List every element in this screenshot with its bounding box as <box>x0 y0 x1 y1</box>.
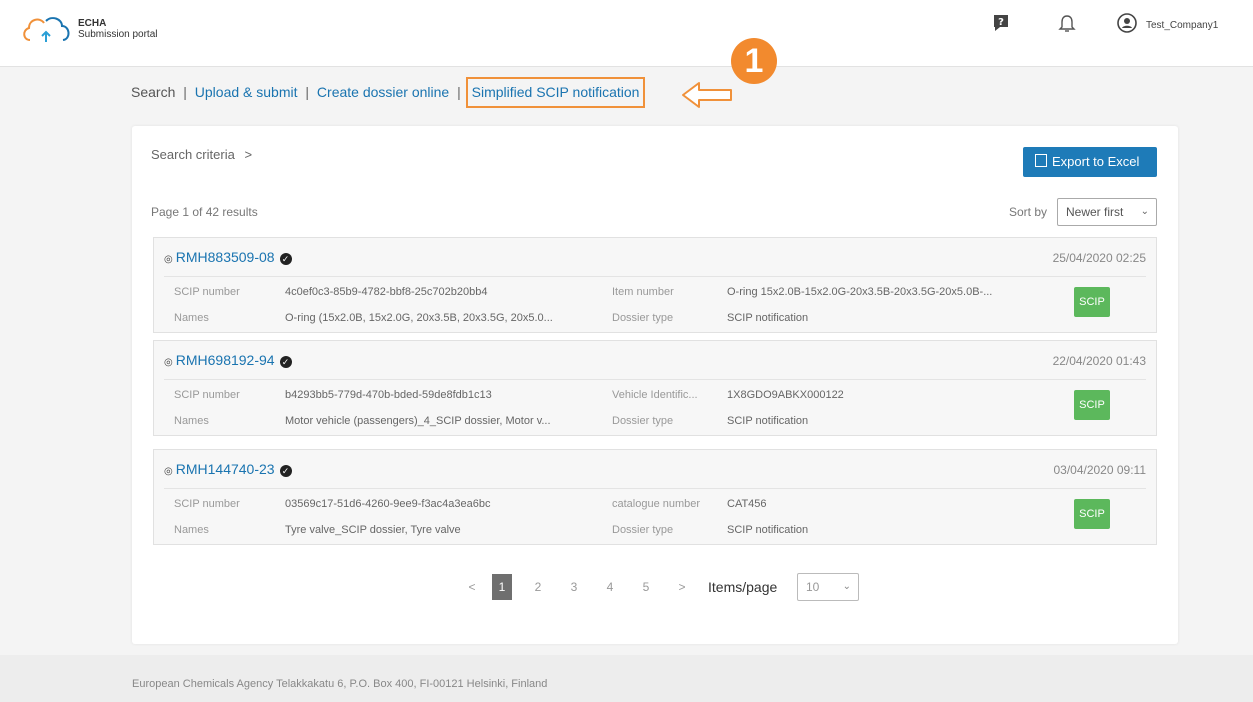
top-navigation: Search | Upload & submit | Create dossie… <box>131 77 646 108</box>
page-info: Page 1 of 42 results <box>151 205 258 219</box>
scip-number-label: SCIP number <box>174 389 240 401</box>
dossier-type-value: SCIP notification <box>727 312 809 324</box>
chevron-down-icon: ⌄ <box>842 581 851 592</box>
footer: European Chemicals Agency Telakkakatu 6,… <box>0 655 1253 702</box>
scip-badge: SCIP <box>1074 390 1110 420</box>
logo-subtitle: Submission portal <box>78 29 158 40</box>
sort-value: Newer first <box>1066 205 1124 219</box>
result-date: 03/04/2020 09:11 <box>1053 463 1146 477</box>
user-avatar-icon[interactable] <box>1116 12 1138 34</box>
nav-upload-submit[interactable]: Upload & submit <box>195 84 298 100</box>
items-per-page-label: Items/page <box>708 579 778 595</box>
results-card: Search criteria > Export to Excel Page 1… <box>132 126 1178 644</box>
catalogue-number-label: catalogue number <box>612 498 701 510</box>
dossier-type-label: Dossier type <box>612 312 674 324</box>
nav-separator: | <box>305 84 310 100</box>
names-value: Motor vehicle (passengers)_4_SCIP dossie… <box>285 415 551 427</box>
nav-separator: | <box>457 84 461 100</box>
help-icon[interactable]: ? <box>990 12 1012 34</box>
expand-dot-icon: ◎ <box>164 254 173 265</box>
notification-bell-icon[interactable] <box>1056 12 1078 34</box>
names-value: Tyre valve_SCIP dossier, Tyre valve <box>285 524 461 536</box>
expand-dot-icon: ◎ <box>164 466 173 477</box>
callout-number-badge: 1 <box>731 38 777 84</box>
names-label: Names <box>174 524 209 536</box>
nav-simplified-scip[interactable]: Simplified SCIP notification <box>465 77 646 108</box>
export-to-excel-button[interactable]: Export to Excel <box>1023 147 1157 177</box>
vehicle-identification-value: 1X8GDO9ABKX000122 <box>727 389 844 401</box>
nav-search[interactable]: Search <box>131 84 175 100</box>
user-name[interactable]: Test_Company1 <box>1146 20 1218 31</box>
page-1-button[interactable]: 1 <box>492 574 512 600</box>
result-item: ◎ RMH144740-23 ✓ 03/04/2020 09:11 SCIP num… <box>153 449 1157 545</box>
spreadsheet-icon <box>1035 154 1047 167</box>
chevron-right-icon: > <box>244 147 253 162</box>
dossier-type-value: SCIP notification <box>727 524 809 536</box>
divider <box>164 379 1146 380</box>
svg-text:?: ? <box>998 17 1004 28</box>
names-label: Names <box>174 312 209 324</box>
search-criteria-toggle[interactable]: Search criteria > <box>151 147 252 162</box>
nav-separator: | <box>183 84 187 100</box>
result-id-link[interactable]: RMH698192-94 <box>176 352 275 368</box>
scip-number-value: b4293bb5-779d-470b-bded-59de8fdb1c13 <box>285 389 492 401</box>
top-header: ECHA Submission portal ? Test_Company1 <box>0 0 1253 67</box>
scip-number-label: SCIP number <box>174 286 240 298</box>
item-number-label: Item number <box>612 286 674 298</box>
scip-number-label: SCIP number <box>174 498 240 510</box>
sort-select[interactable]: Newer first ⌄ <box>1057 198 1157 226</box>
item-number-value: O-ring 15x2.0B-15x2.0G-20x3.5B-20x3.5G-2… <box>727 286 993 298</box>
divider <box>164 488 1146 489</box>
result-item: ◎ RMH698192-94 ✓ 22/04/2020 01:43 SCIP num… <box>153 340 1157 436</box>
footer-address: European Chemicals Agency Telakkakatu 6,… <box>132 678 548 690</box>
dossier-type-value: SCIP notification <box>727 415 809 427</box>
page-5-button[interactable]: 5 <box>636 574 656 600</box>
result-date: 22/04/2020 01:43 <box>1052 354 1146 368</box>
scip-badge: SCIP <box>1074 499 1110 529</box>
page-4-button[interactable]: 4 <box>600 574 620 600</box>
echa-logo[interactable]: ECHA Submission portal <box>20 12 170 48</box>
vehicle-identification-label: Vehicle Identific... <box>612 389 698 401</box>
logo-title: ECHA <box>78 18 107 29</box>
expand-dot-icon: ◎ <box>164 357 173 368</box>
next-page-button[interactable]: > <box>672 574 692 600</box>
verified-check-icon: ✓ <box>279 465 292 477</box>
divider <box>164 276 1146 277</box>
items-per-page-value: 10 <box>806 580 820 594</box>
result-id-link[interactable]: RMH883509-08 <box>176 249 275 265</box>
result-date: 25/04/2020 02:25 <box>1052 251 1146 265</box>
result-id-link[interactable]: RMH144740-23 <box>176 461 275 477</box>
page-3-button[interactable]: 3 <box>564 574 584 600</box>
verified-check-icon: ✓ <box>279 253 292 265</box>
scip-number-value: 03569c17-51d6-4260-9ee9-f3ac4a3ea6bc <box>285 498 491 510</box>
names-label: Names <box>174 415 209 427</box>
callout-arrow-icon <box>682 82 732 108</box>
export-label: Export to Excel <box>1052 154 1140 169</box>
prev-page-button[interactable]: < <box>462 574 482 600</box>
result-title[interactable]: ◎ RMH144740-23 ✓ <box>164 461 292 477</box>
result-title[interactable]: ◎ RMH883509-08 ✓ <box>164 249 292 265</box>
result-item: ◎ RMH883509-08 ✓ 25/04/2020 02:25 SCIP num… <box>153 237 1157 333</box>
cloud-logo-icon <box>23 17 70 42</box>
search-criteria-label: Search criteria <box>151 147 235 162</box>
sort-label: Sort by <box>1009 205 1048 219</box>
verified-check-icon: ✓ <box>279 356 292 368</box>
scip-number-value: 4c0ef0c3-85b9-4782-bbf8-25c702b20bb4 <box>285 286 488 298</box>
items-per-page-select[interactable]: 10 ⌄ <box>797 573 859 601</box>
catalogue-number-value: CAT456 <box>727 498 767 510</box>
result-title[interactable]: ◎ RMH698192-94 ✓ <box>164 352 292 368</box>
names-value: O-ring (15x2.0B, 15x2.0G, 20x3.5B, 20x3.… <box>285 312 553 324</box>
page-2-button[interactable]: 2 <box>528 574 548 600</box>
nav-create-dossier[interactable]: Create dossier online <box>317 84 449 100</box>
dossier-type-label: Dossier type <box>612 415 674 427</box>
chevron-down-icon: ⌄ <box>1140 206 1149 217</box>
dossier-type-label: Dossier type <box>612 524 674 536</box>
scip-badge: SCIP <box>1074 287 1110 317</box>
